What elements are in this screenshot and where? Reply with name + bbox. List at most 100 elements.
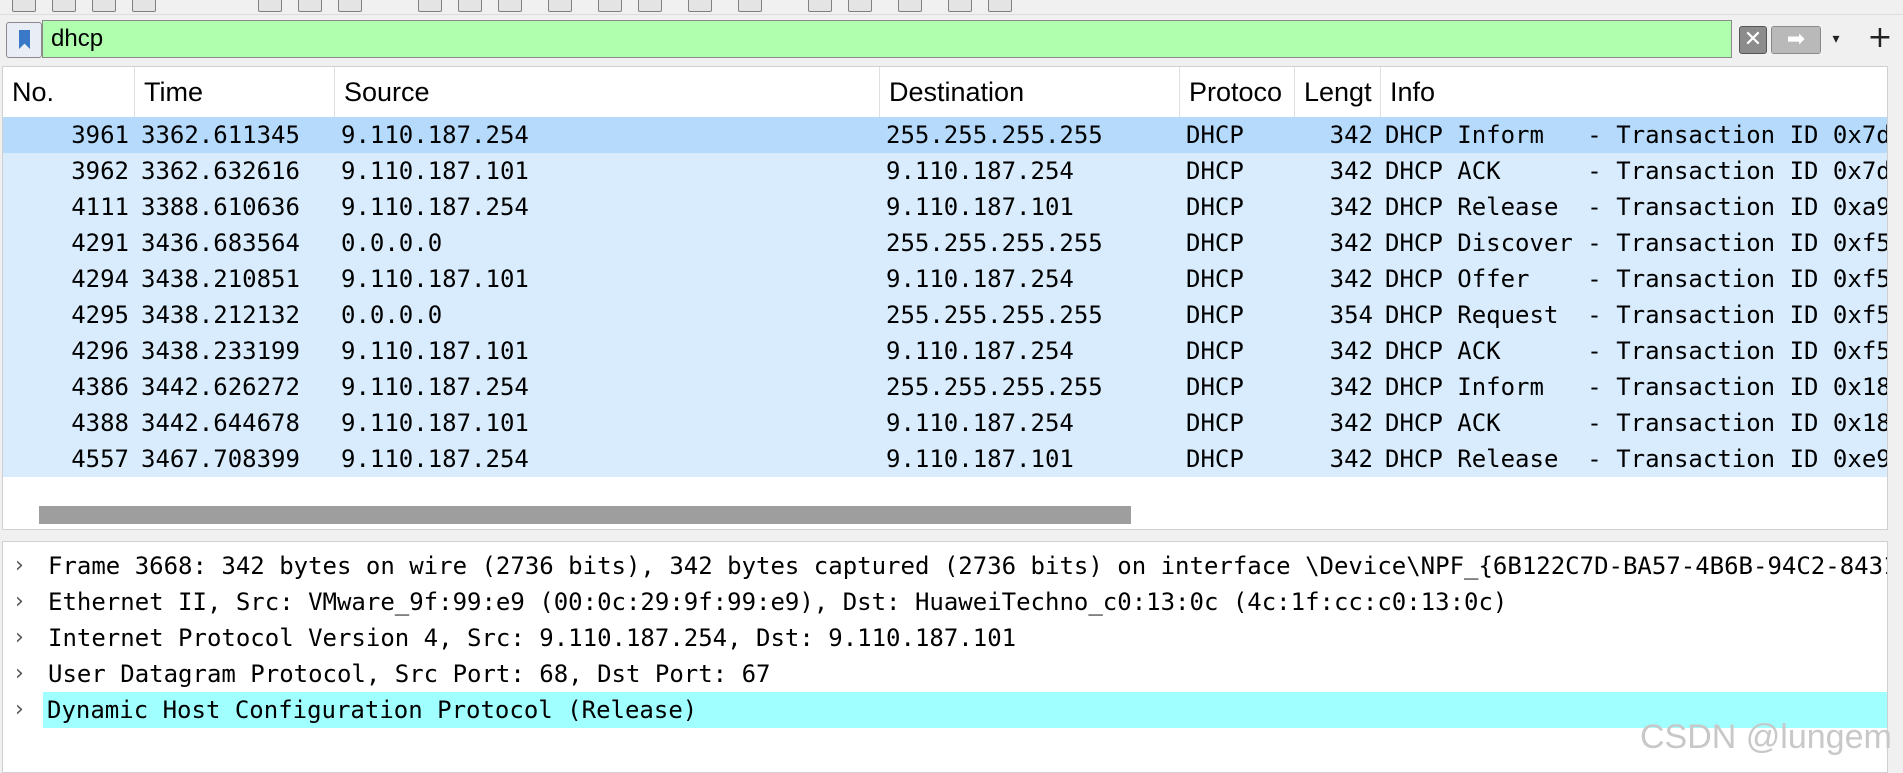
detail-text: Dynamic Host Configuration Protocol (Rel…	[43, 692, 1887, 728]
packet-length: 342	[1329, 337, 1373, 365]
toolbar-icon-back[interactable]	[458, 0, 482, 12]
packet-row[interactable]: 4111 3388.610636 9.110.187.254 9.110.187…	[3, 189, 1887, 225]
packet-destination: 255.255.255.255	[886, 373, 1103, 401]
packet-row[interactable]: 4296 3438.233199 9.110.187.101 9.110.187…	[3, 333, 1887, 369]
packet-time: 3438.212132	[141, 301, 300, 329]
packet-row[interactable]: 4388 3442.644678 9.110.187.101 9.110.187…	[3, 405, 1887, 441]
column-header-protocol[interactable]: Protoco	[1180, 67, 1295, 117]
column-header-info[interactable]: Info	[1381, 67, 1887, 117]
packet-protocol: DHCP	[1186, 301, 1244, 329]
toolbar-icon-close[interactable]	[338, 0, 362, 12]
toolbar-icon-stop[interactable]	[52, 0, 76, 12]
watermark: CSDN @lungem	[1640, 718, 1892, 756]
packet-row[interactable]: 4386 3442.626272 9.110.187.254 255.255.2…	[3, 369, 1887, 405]
packet-list: No. Time Source Destination Protoco Leng…	[2, 66, 1888, 530]
toolbar-icon-open[interactable]	[258, 0, 282, 12]
toolbar-icon-save[interactable]	[298, 0, 322, 12]
packet-info: DHCP Release - Transaction ID 0xa9	[1385, 193, 1887, 221]
toolbar-icon-zoom-out[interactable]	[848, 0, 872, 12]
chevron-right-icon[interactable]: ›	[15, 656, 35, 692]
packet-length: 342	[1329, 193, 1373, 221]
arrow-right-icon[interactable]: ➡	[1771, 26, 1821, 54]
chevron-right-icon[interactable]: ›	[15, 620, 35, 656]
packet-source: 9.110.187.254	[341, 445, 529, 473]
packet-protocol: DHCP	[1186, 229, 1244, 257]
packet-destination: 255.255.255.255	[886, 121, 1103, 149]
packet-row[interactable]: 4557 3467.708399 9.110.187.254 9.110.187…	[3, 441, 1887, 477]
clear-icon[interactable]: ✕	[1739, 26, 1767, 54]
column-header-length[interactable]: Lengt	[1295, 67, 1381, 117]
chevron-right-icon[interactable]: ›	[15, 692, 35, 728]
toolbar-icon-resize-columns[interactable]	[948, 0, 972, 12]
packet-time: 3438.210851	[141, 265, 300, 293]
packet-protocol: DHCP	[1186, 409, 1244, 437]
toolbar-icon-zoom-reset[interactable]	[898, 0, 922, 12]
packet-info: DHCP Discover - Transaction ID 0xf5	[1385, 229, 1887, 257]
packet-protocol: DHCP	[1186, 445, 1244, 473]
column-header-source[interactable]: Source	[335, 67, 880, 117]
packet-protocol: DHCP	[1186, 337, 1244, 365]
detail-tree-item[interactable]: › Dynamic Host Configuration Protocol (R…	[3, 692, 1887, 728]
packet-source: 9.110.187.101	[341, 409, 529, 437]
packet-source: 9.110.187.101	[341, 265, 529, 293]
packet-info: DHCP Request - Transaction ID 0xf5	[1385, 301, 1887, 329]
packet-source: 9.110.187.254	[341, 193, 529, 221]
bookmark-icon[interactable]	[6, 22, 42, 58]
toolbar-icon-find[interactable]	[418, 0, 442, 12]
detail-tree-item[interactable]: › User Datagram Protocol, Src Port: 68, …	[3, 656, 1887, 692]
toolbar-icon-options[interactable]	[132, 0, 156, 12]
toolbar-icon-goto[interactable]	[548, 0, 572, 12]
toolbar-icon-expand[interactable]	[988, 0, 1012, 12]
toolbar-icon-restart[interactable]	[92, 0, 116, 12]
detail-text: User Datagram Protocol, Src Port: 68, Ds…	[48, 660, 771, 688]
detail-text: Frame 3668: 342 bytes on wire (2736 bits…	[48, 552, 1888, 580]
packet-source: 9.110.187.254	[341, 373, 529, 401]
chevron-down-icon[interactable]: ▾	[1826, 26, 1846, 52]
packet-time: 3442.644678	[141, 409, 300, 437]
horizontal-scrollbar[interactable]	[39, 506, 1131, 524]
toolbar-icon-forward[interactable]	[498, 0, 522, 12]
detail-tree-item[interactable]: › Internet Protocol Version 4, Src: 9.11…	[3, 620, 1887, 656]
toolbar-icon-start[interactable]	[12, 0, 36, 12]
detail-tree-item[interactable]: › Ethernet II, Src: VMware_9f:99:e9 (00:…	[3, 584, 1887, 620]
toolbar-icon-zoom-in[interactable]	[808, 0, 832, 12]
packet-row[interactable]: 3961 3362.611345 9.110.187.254 255.255.2…	[3, 117, 1887, 153]
toolbar-icon-last[interactable]	[638, 0, 662, 12]
packet-length: 342	[1329, 229, 1373, 257]
packet-time: 3362.611345	[141, 121, 300, 149]
packet-time: 3442.626272	[141, 373, 300, 401]
display-filter-input[interactable]: dhcp	[42, 20, 1732, 58]
detail-text: Ethernet II, Src: VMware_9f:99:e9 (00:0c…	[48, 588, 1508, 616]
toolbar-icon-autoscroll[interactable]	[688, 0, 712, 12]
packet-row[interactable]: 3962 3362.632616 9.110.187.101 9.110.187…	[3, 153, 1887, 189]
packet-no: 4386	[71, 373, 129, 401]
detail-tree-item[interactable]: › Frame 3668: 342 bytes on wire (2736 bi…	[3, 548, 1887, 584]
packet-row[interactable]: 4295 3438.212132 0.0.0.0 255.255.255.255…	[3, 297, 1887, 333]
packet-length: 342	[1329, 409, 1373, 437]
packet-no: 4388	[71, 409, 129, 437]
toolbar-icon-colorize[interactable]	[738, 0, 762, 12]
packet-time: 3438.233199	[141, 337, 300, 365]
packet-no: 4557	[71, 445, 129, 473]
column-header-time[interactable]: Time	[135, 67, 335, 117]
packet-destination: 255.255.255.255	[886, 301, 1103, 329]
packet-length: 342	[1329, 445, 1373, 473]
packet-protocol: DHCP	[1186, 373, 1244, 401]
chevron-right-icon[interactable]: ›	[15, 548, 35, 584]
packet-destination: 9.110.187.254	[886, 337, 1074, 365]
packet-source: 9.110.187.101	[341, 157, 529, 185]
chevron-right-icon[interactable]: ›	[15, 584, 35, 620]
plus-icon[interactable]: +	[1866, 23, 1894, 54]
packet-no: 3962	[71, 157, 129, 185]
column-header-destination[interactable]: Destination	[880, 67, 1180, 117]
main-toolbar	[0, 0, 1903, 15]
packet-time: 3362.632616	[141, 157, 300, 185]
column-header-no[interactable]: No.	[3, 67, 135, 117]
packet-time: 3436.683564	[141, 229, 300, 257]
packet-row[interactable]: 4294 3438.210851 9.110.187.101 9.110.187…	[3, 261, 1887, 297]
packet-row[interactable]: 4291 3436.683564 0.0.0.0 255.255.255.255…	[3, 225, 1887, 261]
toolbar-icon-first[interactable]	[598, 0, 622, 12]
packet-destination: 255.255.255.255	[886, 229, 1103, 257]
packet-destination: 9.110.187.254	[886, 409, 1074, 437]
display-filter-bar: dhcp ✕ ➡ ▾ +	[4, 20, 1899, 58]
